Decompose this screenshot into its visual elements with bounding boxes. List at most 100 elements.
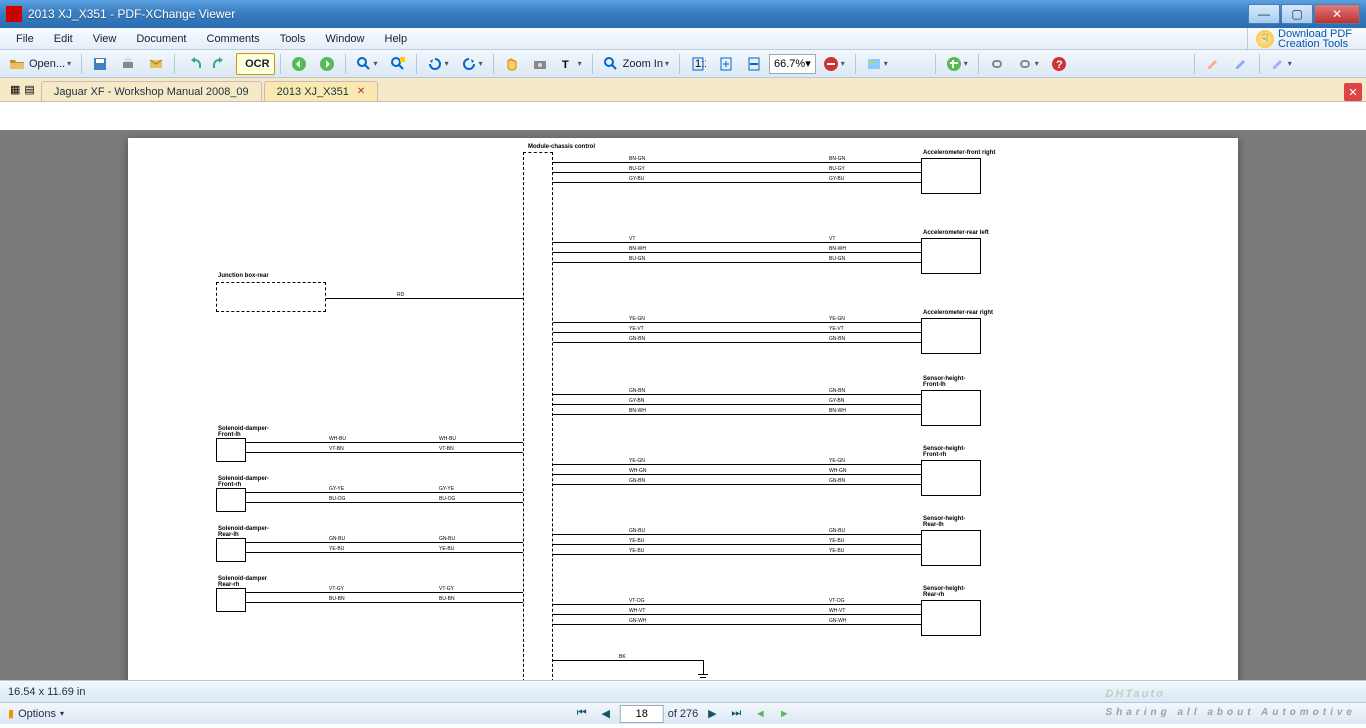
actual-size-button[interactable]: 1:1: [685, 53, 711, 75]
strikeout-tool-button[interactable]: [1228, 53, 1254, 75]
wire-label: WH-GN: [828, 468, 848, 474]
wire-label: BU-OG: [438, 496, 456, 502]
label-sol-fl: Solenoid-damper- Front-lh: [218, 426, 269, 438]
wire-label: GY-BU: [828, 176, 845, 182]
document-viewport[interactable]: Module-chassis control Junction box-rear…: [0, 130, 1366, 680]
wire-label: GN-BN: [628, 336, 646, 342]
tab-2013-xj[interactable]: 2013 XJ_X351✕: [264, 81, 379, 101]
find-button[interactable]: [351, 53, 383, 75]
wire-label: GY-BU: [628, 176, 645, 182]
options-button[interactable]: Options: [18, 708, 56, 720]
help-button[interactable]: ?: [1046, 53, 1072, 75]
menu-comments[interactable]: Comments: [197, 31, 270, 47]
wire: [246, 552, 523, 553]
zoom-out-button[interactable]: [818, 53, 850, 75]
export-image-button[interactable]: [861, 53, 893, 75]
save-button[interactable]: [87, 53, 113, 75]
fit-page-button[interactable]: [713, 53, 739, 75]
prev-page-button[interactable]: ◀: [596, 705, 616, 723]
box-acc-fr: [921, 158, 981, 194]
menu-file[interactable]: File: [6, 31, 44, 47]
label-sh-rl: Sensor-height- Rear-lh: [923, 516, 965, 528]
tab-close-icon[interactable]: ✕: [357, 86, 365, 97]
wire-label-rd: RD: [396, 292, 405, 298]
tab-jaguar-xf[interactable]: Jaguar XF - Workshop Manual 2008_09: [41, 81, 262, 101]
zoom-in-button[interactable]: [941, 53, 973, 75]
snapshot-button[interactable]: [527, 53, 553, 75]
wire-label: YE-BU: [328, 546, 345, 552]
select-tool-button[interactable]: T: [555, 53, 587, 75]
wire: [246, 442, 523, 443]
wire: [553, 182, 921, 183]
close-all-tabs-button[interactable]: ✕: [1344, 83, 1362, 101]
hand-tool-button[interactable]: [499, 53, 525, 75]
first-page-button[interactable]: ⏮: [572, 705, 592, 723]
close-button[interactable]: ✕: [1314, 4, 1360, 24]
promo-download-pdf[interactable]: ☟ Download PDFCreation Tools: [1247, 28, 1360, 49]
toolbar-main: Open... OCR T Zoom In 1:1 66.7% ▾ ?: [0, 50, 1366, 78]
redo-button[interactable]: [208, 53, 234, 75]
wire-label: BN-GN: [628, 156, 646, 162]
pdf-page: Module-chassis control Junction box-rear…: [128, 138, 1238, 680]
wire: [553, 342, 921, 343]
thumbnails-icon[interactable]: ▦: [10, 83, 20, 96]
wire: [553, 534, 921, 535]
page-number-field[interactable]: [620, 705, 664, 723]
wire-label: GY-BN: [628, 398, 645, 404]
menu-help[interactable]: Help: [375, 31, 418, 47]
wire-label: BU-GN: [628, 256, 646, 262]
underline-tool-button[interactable]: [1265, 53, 1297, 75]
wire-rd: [326, 298, 523, 299]
email-button[interactable]: [143, 53, 169, 75]
wire-label: BU-BN: [438, 596, 456, 602]
minimize-button[interactable]: —: [1248, 4, 1280, 24]
menu-document[interactable]: Document: [126, 31, 196, 47]
last-page-button[interactable]: ⏭: [726, 705, 746, 723]
document-tabs: ▦ ▤ Jaguar XF - Workshop Manual 2008_09 …: [0, 78, 1366, 102]
wire-label: BU-GY: [828, 166, 846, 172]
ocr-button[interactable]: OCR: [236, 53, 274, 75]
search-button[interactable]: [385, 53, 411, 75]
link-tool-button[interactable]: [984, 53, 1010, 75]
wire: [553, 252, 921, 253]
wire: [246, 602, 523, 603]
wire: [553, 464, 921, 465]
nav-back-history[interactable]: ◄: [750, 705, 770, 723]
wire: [553, 262, 921, 263]
wire-label: VT-GY: [438, 586, 455, 592]
wire: [553, 322, 921, 323]
fit-width-button[interactable]: [741, 53, 767, 75]
print-button[interactable]: [115, 53, 141, 75]
zoom-tool-button[interactable]: Zoom In: [598, 53, 674, 75]
zoom-level-field[interactable]: 66.7% ▾: [769, 54, 816, 74]
rotate-cw-button[interactable]: [456, 53, 488, 75]
menu-edit[interactable]: Edit: [44, 31, 83, 47]
menu-view[interactable]: View: [83, 31, 127, 47]
box-acc-rl: [921, 238, 981, 274]
box-sol-rr: [216, 588, 246, 612]
bookmarks-icon[interactable]: ▤: [24, 83, 34, 96]
wire: [553, 614, 921, 615]
nav-back-button[interactable]: [286, 53, 312, 75]
wire-label: WH-BU: [328, 436, 347, 442]
wire-label: GN-WH: [828, 618, 848, 624]
wire: [553, 242, 921, 243]
undo-button[interactable]: [180, 53, 206, 75]
wire-label: YE-BU: [828, 548, 845, 554]
page-total-label: of 276: [668, 708, 699, 720]
menu-window[interactable]: Window: [315, 31, 374, 47]
wire-label: VT: [828, 236, 836, 242]
rotate-ccw-button[interactable]: [422, 53, 454, 75]
next-page-button[interactable]: ▶: [702, 705, 722, 723]
wire-label-bk: BK: [618, 654, 627, 660]
nav-forward-button[interactable]: [314, 53, 340, 75]
menu-tools[interactable]: Tools: [270, 31, 316, 47]
box-sol-rl: [216, 538, 246, 562]
label-sh-fr: Sensor-height- Front-rh: [923, 446, 965, 458]
link-tool2-button[interactable]: [1012, 53, 1044, 75]
wire: [246, 542, 523, 543]
open-button[interactable]: Open...: [4, 53, 76, 75]
nav-fwd-history[interactable]: ►: [774, 705, 794, 723]
highlight-tool-button[interactable]: [1200, 53, 1226, 75]
maximize-button[interactable]: ▢: [1281, 4, 1313, 24]
